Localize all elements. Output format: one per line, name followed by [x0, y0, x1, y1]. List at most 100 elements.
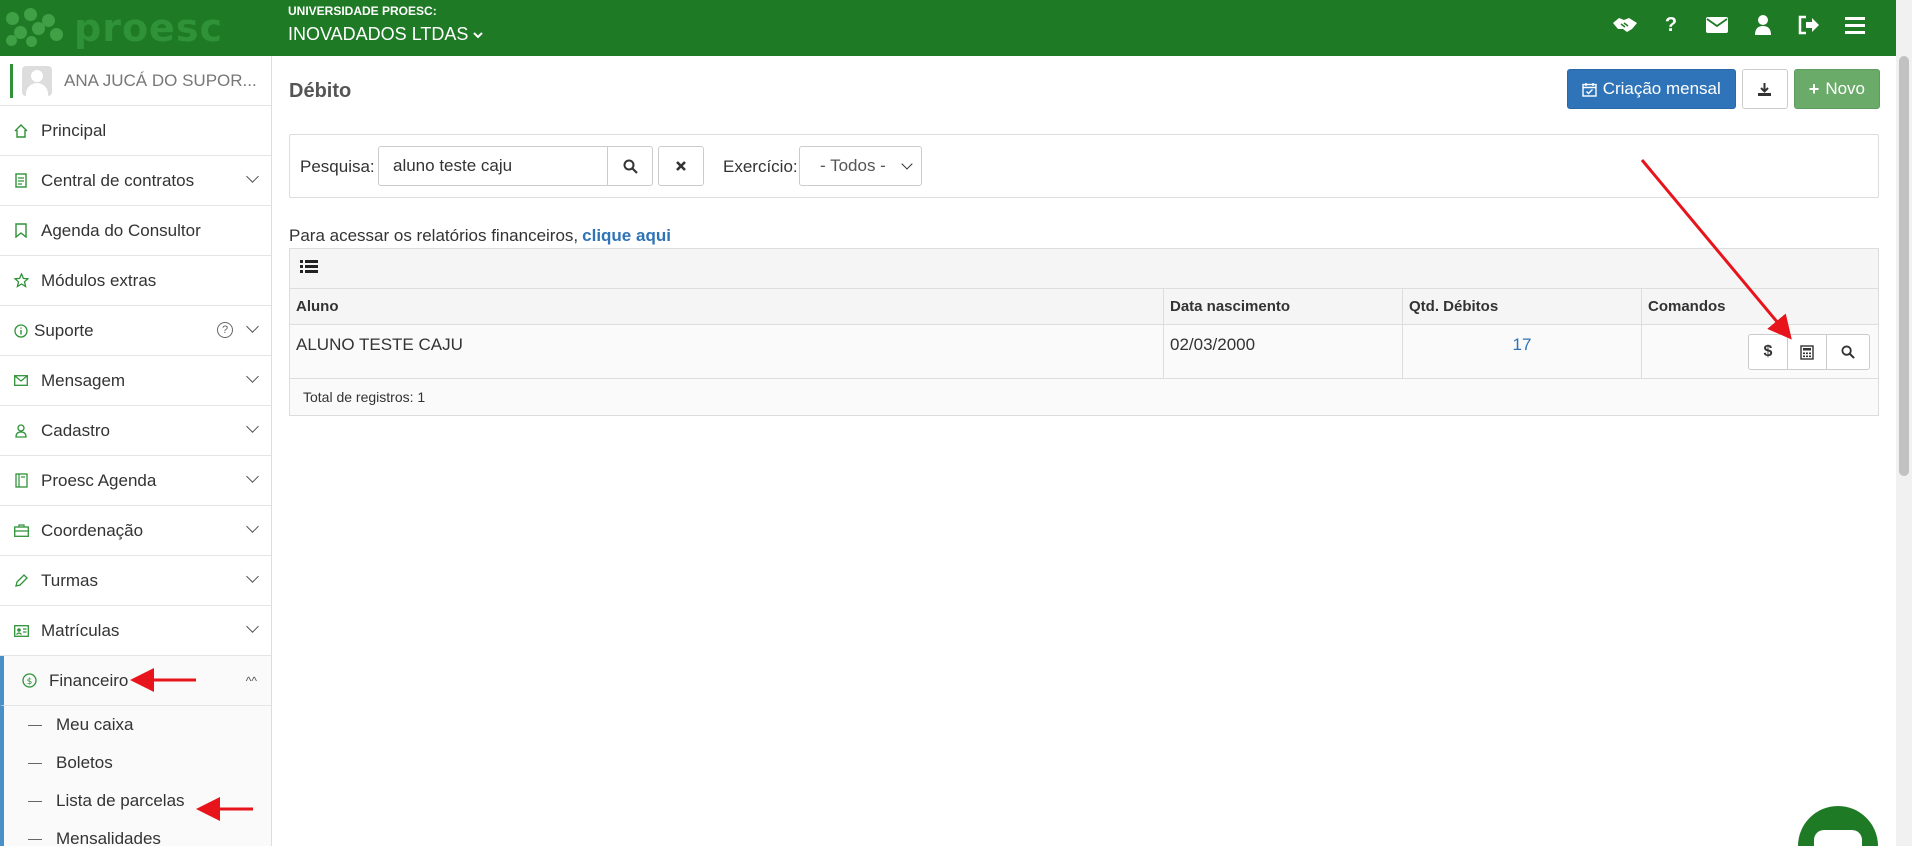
sidebar-item-label: Turmas	[41, 570, 98, 590]
top-navbar: proesc UNIVERSIDADE PROESC: INOVADADOS L…	[0, 0, 1896, 56]
submenu-item-label: Mensalidades	[56, 829, 161, 846]
sidebar-item-label: Matrículas	[41, 620, 120, 640]
page-scrollbar[interactable]	[1896, 0, 1912, 846]
cell-data-nascimento: 02/03/2000	[1164, 325, 1403, 378]
table-row: ALUNO TESTE CAJU 02/03/2000 17 $	[290, 325, 1878, 379]
report-link[interactable]: clique aqui	[582, 226, 671, 245]
dollar-icon: $	[1763, 343, 1773, 360]
sidebar-item-label: Suporte	[34, 320, 94, 340]
chevron-down-icon	[473, 31, 484, 38]
chevron-down-icon	[246, 520, 259, 533]
svg-text:$: $	[26, 677, 32, 687]
page-actions: Criação mensal + Novo	[1566, 69, 1880, 109]
sidebar-item-label: Mensagem	[41, 370, 126, 390]
sidebar-item-label: Central de contratos	[41, 170, 195, 190]
plus-icon: +	[1808, 78, 1820, 99]
sidebar-item-label: Módulos extras	[41, 270, 157, 290]
sidebar-item-proesc-agenda[interactable]: Proesc Agenda	[0, 456, 271, 506]
criacao-mensal-label: Criação mensal	[1602, 79, 1721, 98]
chevron-down-icon	[246, 170, 259, 183]
sidebar-item-label: Proesc Agenda	[41, 470, 157, 490]
search-icon	[1841, 345, 1855, 359]
help-icon[interactable]: ?	[217, 322, 233, 338]
sidebar-user[interactable]: ANA JUCÁ DO SUPOR...	[0, 56, 271, 106]
org-name: INOVADADOS LTDAS	[288, 24, 469, 44]
financeiro-submenu: Meu caixa Boletos Lista de parcelas Mens…	[0, 706, 271, 846]
search-input[interactable]: aluno teste caju	[378, 146, 608, 186]
calculator-button[interactable]	[1787, 334, 1827, 370]
user-icon[interactable]	[1750, 12, 1776, 38]
search-icon	[623, 159, 638, 174]
sidebar-item-financeiro[interactable]: $ Financeiro ^^	[0, 656, 271, 706]
column-header-data-nascimento[interactable]: Data nascimento	[1164, 289, 1403, 324]
novo-button[interactable]: + Novo	[1793, 69, 1880, 109]
column-header-aluno[interactable]: Aluno	[290, 289, 1164, 324]
handshake-icon[interactable]	[1612, 12, 1638, 38]
sidebar: ANA JUCÁ DO SUPOR... Principal Central d…	[0, 56, 272, 846]
submenu-item-mensalidades[interactable]: Mensalidades	[4, 820, 271, 846]
sidebar-item-label: Agenda do Consultor	[41, 220, 201, 240]
scrollbar-thumb[interactable]	[1899, 56, 1909, 476]
main-content: Débito Criação mensal + Novo Pesquisa: a…	[273, 56, 1896, 846]
sign-out-icon[interactable]	[1796, 12, 1822, 38]
download-button[interactable]	[1741, 69, 1788, 109]
home-icon	[12, 122, 30, 140]
submenu-item-meu-caixa[interactable]: Meu caixa	[4, 706, 271, 744]
chevron-down-icon	[246, 620, 259, 633]
user-name: ANA JUCÁ DO SUPOR...	[64, 70, 257, 90]
cell-comandos: $	[1642, 325, 1878, 378]
envelope-icon[interactable]	[1704, 12, 1730, 38]
column-header-qtd-debitos[interactable]: Qtd. Débitos	[1403, 289, 1642, 324]
sidebar-item-matriculas[interactable]: Matrículas	[0, 606, 271, 656]
table-toolbar	[290, 249, 1878, 289]
cell-aluno: ALUNO TESTE CAJU	[290, 325, 1164, 378]
cell-qtd-debitos: 17	[1403, 325, 1642, 378]
novo-label: Novo	[1825, 79, 1865, 98]
exercicio-select[interactable]: - Todos -	[799, 146, 922, 186]
sidebar-item-coordenacao[interactable]: Coordenação	[0, 506, 271, 556]
sidebar-item-agenda-do-consultor[interactable]: Agenda do Consultor	[0, 206, 271, 256]
hamburger-menu-icon[interactable]	[1842, 12, 1868, 38]
calendar-check-icon	[1581, 82, 1597, 97]
dollar-circle-icon: $	[20, 672, 38, 690]
sidebar-item-principal[interactable]: Principal	[0, 106, 271, 156]
chevron-down-icon	[246, 470, 259, 483]
pencil-icon	[12, 572, 30, 590]
avatar	[22, 65, 52, 96]
submenu-item-label: Boletos	[56, 753, 113, 772]
qtd-debitos-link[interactable]: 17	[1409, 335, 1635, 355]
criacao-mensal-button[interactable]: Criação mensal	[1566, 69, 1736, 109]
chevron-down-icon	[246, 370, 259, 383]
sidebar-item-modulos-extras[interactable]: Módulos extras	[0, 256, 271, 306]
user-icon	[12, 422, 30, 440]
column-header-comandos: Comandos	[1648, 298, 1726, 315]
chevron-down-icon	[246, 570, 259, 583]
sidebar-item-turmas[interactable]: Turmas	[0, 556, 271, 606]
page-title: Débito	[289, 80, 352, 102]
sidebar-item-cadastro[interactable]: Cadastro	[0, 406, 271, 456]
proesc-logo[interactable]: proesc	[4, 6, 223, 50]
org-selector[interactable]: INOVADADOS LTDAS	[288, 24, 484, 45]
clear-search-button[interactable]	[658, 146, 704, 186]
sidebar-item-central-de-contratos[interactable]: Central de contratos	[0, 156, 271, 206]
briefcase-icon	[12, 522, 30, 540]
sidebar-item-mensagem[interactable]: Mensagem	[0, 356, 271, 406]
sidebar-item-label: Financeiro	[49, 670, 129, 690]
view-details-button[interactable]	[1826, 334, 1870, 370]
logo-text: proesc	[74, 6, 223, 50]
dollar-button[interactable]: $	[1748, 334, 1788, 370]
question-icon[interactable]: ?	[1658, 12, 1684, 38]
debitos-table: Aluno Data nascimento Qtd. Débitos Coman…	[289, 248, 1879, 416]
org-label: UNIVERSIDADE PROESC:	[288, 4, 437, 18]
submenu-item-boletos[interactable]: Boletos	[4, 744, 271, 782]
sidebar-item-suporte[interactable]: Suporte ?	[0, 306, 271, 356]
sidebar-item-label: Coordenação	[41, 520, 144, 540]
download-icon	[1758, 82, 1772, 96]
search-button[interactable]	[607, 146, 653, 186]
chevron-down-icon	[246, 320, 259, 333]
document-icon	[12, 172, 30, 190]
id-card-icon	[12, 622, 30, 640]
chevron-up-icon: ^^	[245, 674, 257, 688]
list-view-icon[interactable]	[300, 258, 318, 279]
submenu-item-lista-de-parcelas[interactable]: Lista de parcelas	[4, 782, 271, 820]
